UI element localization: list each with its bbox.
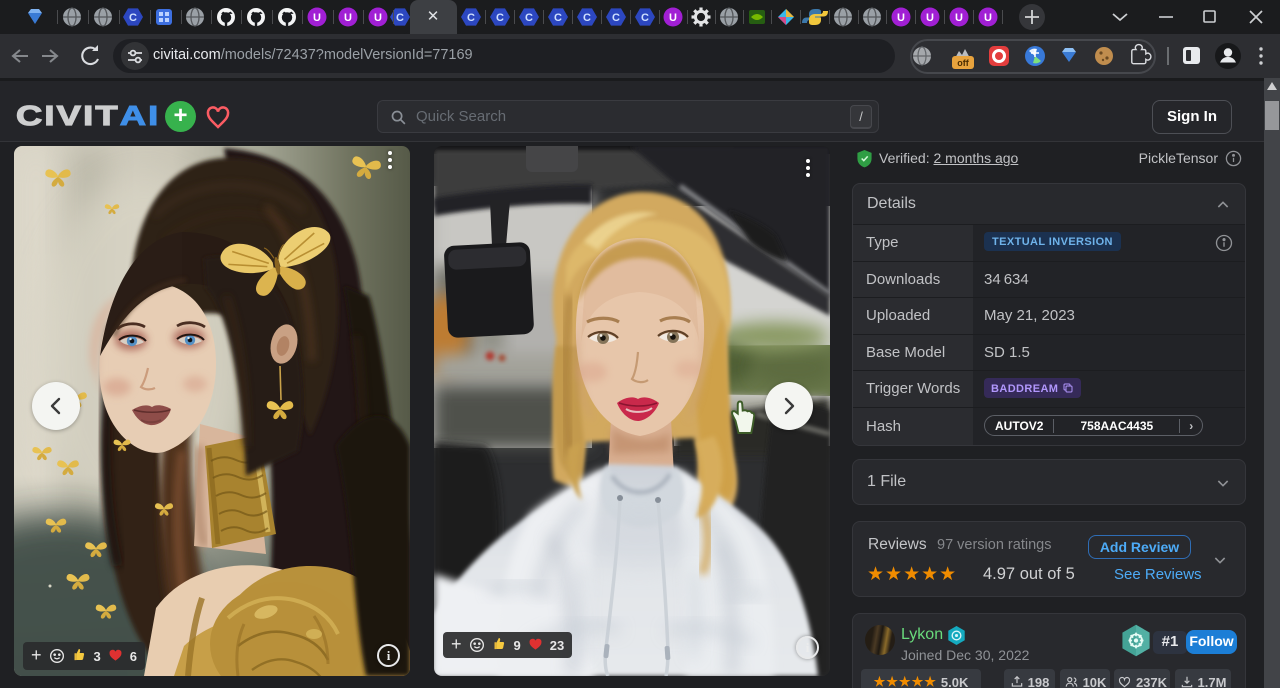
- svg-text:U: U: [344, 12, 352, 24]
- svg-text:C: C: [396, 12, 404, 24]
- svg-text:U: U: [313, 12, 321, 24]
- svg-text:C: C: [641, 12, 649, 24]
- svg-text:C: C: [612, 12, 620, 24]
- svg-text:U: U: [669, 12, 677, 24]
- svg-text:U: U: [955, 12, 963, 24]
- svg-text:U: U: [374, 12, 382, 24]
- svg-text:C: C: [583, 12, 591, 24]
- svg-text:U: U: [984, 12, 992, 24]
- svg-text:C: C: [554, 12, 562, 24]
- svg-text:U: U: [926, 12, 934, 24]
- svg-text:C: C: [525, 12, 533, 24]
- svg-text:C: C: [129, 12, 137, 24]
- svg-text:C: C: [467, 12, 475, 24]
- svg-text:U: U: [897, 12, 905, 24]
- svg-text:C: C: [496, 12, 504, 24]
